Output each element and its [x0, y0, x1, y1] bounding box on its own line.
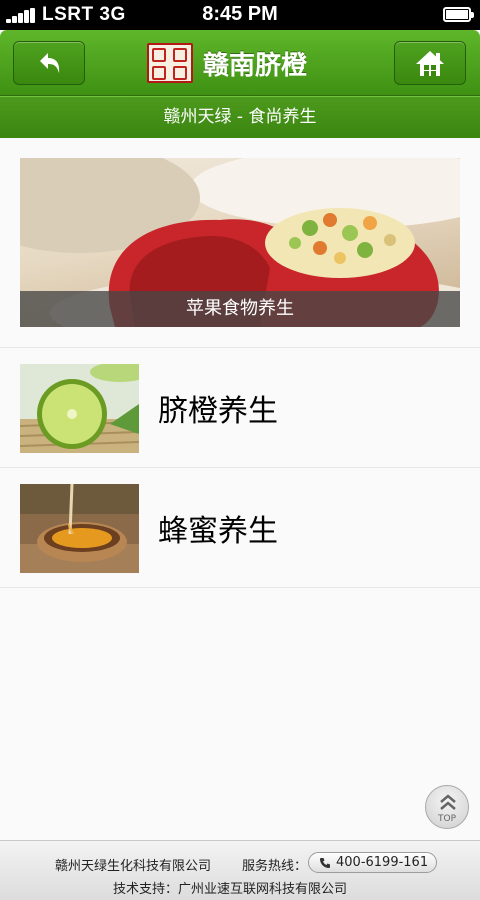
banner-caption: 苹果食物养生	[20, 291, 460, 327]
banner-apple[interactable]: 苹果食物养生	[20, 158, 460, 327]
home-button[interactable]	[394, 41, 466, 85]
battery-icon	[443, 7, 474, 22]
footer-company: 赣州天绿生化科技有限公司	[55, 859, 212, 874]
seal-logo-icon	[147, 43, 193, 83]
hotline-label: 服务热线：	[242, 859, 308, 874]
top-label: TOP	[437, 814, 456, 824]
list-item-honey[interactable]: 蜂蜜养生	[0, 468, 480, 587]
home-icon	[416, 51, 444, 76]
back-to-top-button[interactable]: TOP	[425, 785, 469, 829]
lime-thumbnail	[20, 364, 139, 453]
brand-logo: 赣南脐橙	[147, 42, 307, 84]
honey-thumbnail	[20, 484, 139, 573]
app-header: 赣南脐橙	[0, 30, 480, 96]
list-item-navel-orange[interactable]: 脐橙养生	[0, 348, 480, 467]
list-item-label: 脐橙养生	[158, 394, 278, 429]
divider	[0, 587, 480, 588]
list-item-label: 蜂蜜养生	[158, 514, 278, 549]
footer-support: 技术支持：广州业速互联网科技有限公司	[112, 882, 347, 897]
brand-title: 赣南脐橙	[203, 50, 308, 81]
subtitle-bar: 赣州天绿 - 食尚养生	[0, 96, 480, 138]
status-bar: LSRT 3G 8:45 PM	[0, 0, 480, 30]
double-chevron-up-icon	[440, 794, 456, 810]
status-time: 8:45 PM	[202, 3, 278, 25]
hotline-button[interactable]: 400-6199-161	[308, 852, 437, 873]
back-arrow-icon	[40, 53, 60, 73]
phone-icon	[320, 857, 330, 868]
hotline-number: 400-6199-161	[336, 855, 429, 870]
footer: 赣州天绿生化科技有限公司 服务热线： 400-6199-161 技术支持：广州业…	[0, 840, 480, 900]
back-button[interactable]	[13, 41, 85, 85]
